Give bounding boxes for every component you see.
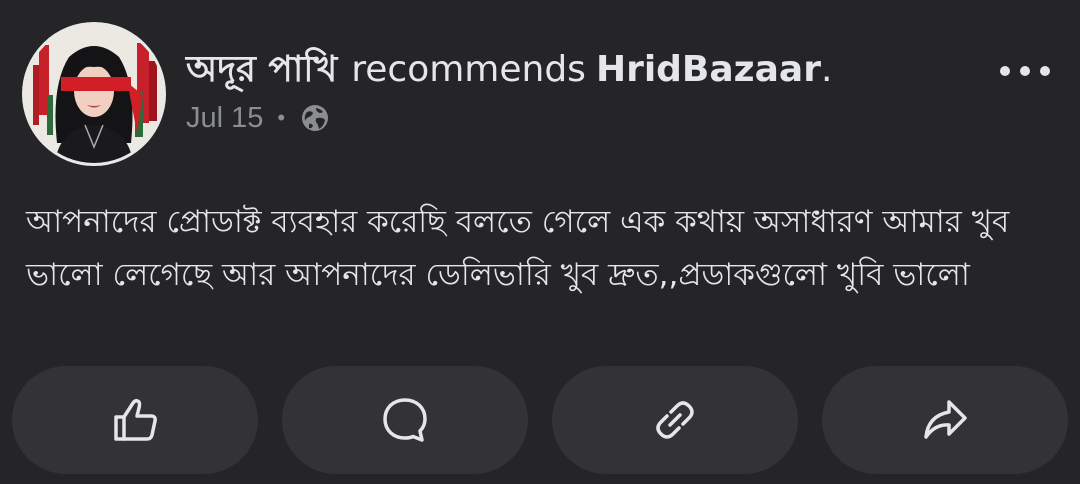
more-dot-icon — [1020, 66, 1030, 76]
post-date[interactable]: Jul 15 — [186, 102, 263, 135]
author-name[interactable]: অদূর পাখি — [186, 49, 337, 90]
avatar-image — [25, 25, 163, 163]
comment-button[interactable] — [282, 366, 528, 474]
share-button[interactable] — [822, 366, 1068, 474]
avatar[interactable] — [22, 22, 166, 166]
share-icon — [924, 400, 967, 439]
link-icon — [656, 401, 694, 439]
more-options-button[interactable] — [1000, 56, 1050, 86]
comment-icon — [383, 398, 427, 442]
page-name[interactable]: HridBazaar — [596, 49, 821, 90]
recommends-text: recommends — [351, 49, 586, 90]
header-period: . — [820, 49, 833, 90]
more-dot-icon — [1040, 66, 1050, 76]
more-dot-icon — [1000, 66, 1010, 76]
thumbs-up-icon — [114, 398, 157, 441]
post-header: অদূর পাখি recommends HridBazaar. — [186, 46, 832, 94]
post-actions — [12, 366, 1068, 474]
post-meta: Jul 15 • — [186, 98, 331, 138]
post-text: আপনাদের প্রোডাক্ট ব্যবহার করেছি বলতে গেল… — [26, 204, 1010, 293]
globe-icon[interactable] — [299, 102, 331, 134]
copy-link-button[interactable] — [552, 366, 798, 474]
like-button[interactable] — [12, 366, 258, 474]
meta-separator: • — [277, 105, 286, 130]
